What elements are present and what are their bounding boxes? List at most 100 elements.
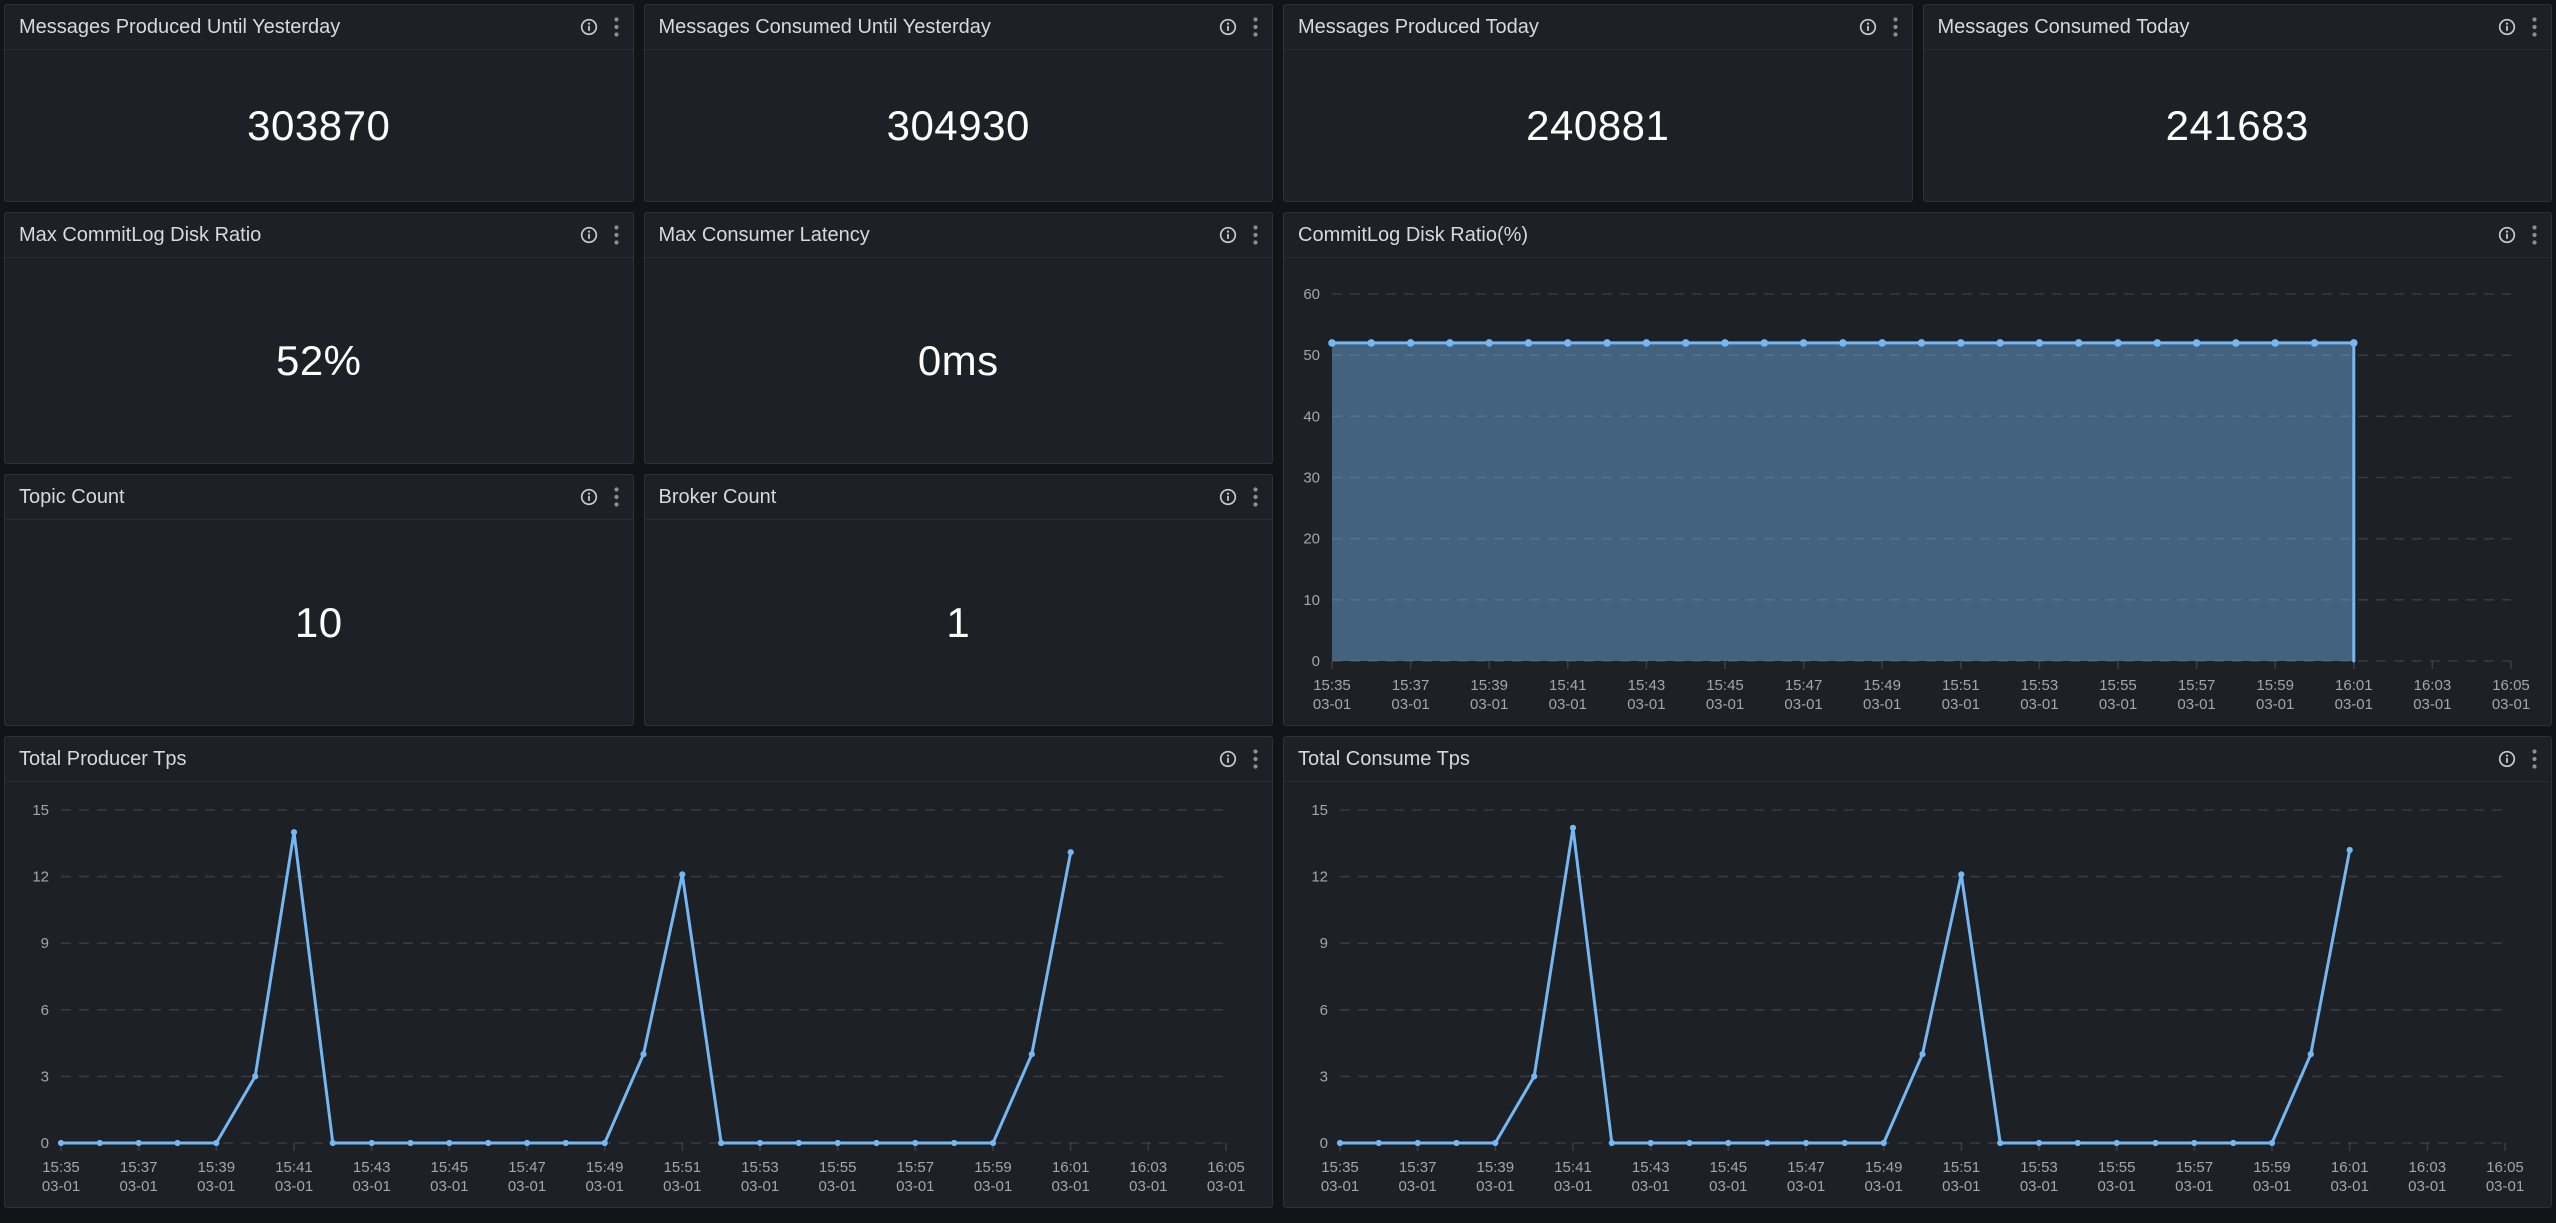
panel-title[interactable]: Total Producer Tps: [19, 748, 187, 771]
svg-text:16:0103-01: 16:0103-01: [2330, 1159, 2368, 1195]
svg-text:15:4503-01: 15:4503-01: [1709, 1159, 1747, 1195]
stat-body: 241683: [1924, 50, 2552, 201]
info-circle-icon[interactable]: [1219, 18, 1237, 36]
svg-text:15:4903-01: 15:4903-01: [585, 1159, 623, 1195]
svg-text:50: 50: [1303, 347, 1320, 364]
kebab-vertical-icon[interactable]: [614, 487, 619, 507]
total-producer-tps-chart[interactable]: 0369121515:3503-0115:3703-0115:3903-0115…: [5, 782, 1272, 1207]
panel-header: Messages Produced Until Yesterday: [5, 5, 633, 50]
svg-text:6: 6: [1320, 1002, 1328, 1019]
kebab-vertical-icon[interactable]: [2532, 225, 2537, 245]
panel-header: Max Consumer Latency: [645, 213, 1273, 258]
kebab-vertical-icon[interactable]: [614, 225, 619, 245]
panel-title[interactable]: Broker Count: [659, 486, 777, 509]
panel-title[interactable]: Topic Count: [19, 486, 125, 509]
svg-text:20: 20: [1303, 531, 1320, 548]
svg-text:12: 12: [1311, 869, 1328, 886]
stat-body: 10: [5, 520, 633, 725]
svg-text:15:5503-01: 15:5503-01: [2099, 677, 2137, 713]
panel-title[interactable]: Messages Consumed Today: [1938, 16, 2190, 39]
svg-text:15:3503-01: 15:3503-01: [42, 1159, 80, 1195]
kebab-vertical-icon[interactable]: [1253, 487, 1258, 507]
kebab-vertical-icon[interactable]: [1253, 225, 1258, 245]
info-circle-icon[interactable]: [580, 488, 598, 506]
stat-body: 1: [645, 520, 1273, 725]
stat-body: 0ms: [645, 258, 1273, 463]
svg-text:15: 15: [1311, 802, 1328, 819]
panel-header: Messages Consumed Until Yesterday: [645, 5, 1273, 50]
stat-panel-max-commitlog-disk-ratio: Max CommitLog Disk Ratio 52%: [4, 212, 634, 464]
stat-body: 303870: [5, 50, 633, 201]
info-circle-icon[interactable]: [1219, 488, 1237, 506]
info-circle-icon[interactable]: [580, 18, 598, 36]
kebab-vertical-icon[interactable]: [614, 17, 619, 37]
stat-value: 10: [295, 599, 343, 647]
svg-text:15:5903-01: 15:5903-01: [974, 1159, 1012, 1195]
chart-panel-total-producer-tps: Total Producer Tps 0369121515:3503-0115:…: [4, 736, 1273, 1208]
kebab-vertical-icon[interactable]: [2532, 749, 2537, 769]
kebab-vertical-icon[interactable]: [2532, 17, 2537, 37]
svg-text:15:4703-01: 15:4703-01: [1784, 677, 1822, 713]
svg-text:16:0503-01: 16:0503-01: [2492, 677, 2530, 713]
svg-text:60: 60: [1303, 286, 1320, 303]
panel-title[interactable]: Max Consumer Latency: [659, 224, 870, 247]
chart-body: 010203040506015:3503-0115:3703-0115:3903…: [1284, 258, 2551, 725]
kebab-vertical-icon[interactable]: [1253, 17, 1258, 37]
info-circle-icon[interactable]: [1219, 750, 1237, 768]
panel-title[interactable]: CommitLog Disk Ratio(%): [1298, 224, 1528, 247]
svg-text:9: 9: [1320, 935, 1328, 952]
kebab-vertical-icon[interactable]: [1253, 749, 1258, 769]
kebab-vertical-icon[interactable]: [1893, 17, 1898, 37]
svg-text:15:4703-01: 15:4703-01: [1787, 1159, 1825, 1195]
stat-panel-messages-consumed-today: Messages Consumed Today 241683: [1923, 4, 2553, 202]
stat-panel-messages-produced-until-yesterday: Messages Produced Until Yesterday 303870: [4, 4, 634, 202]
svg-text:15:3703-01: 15:3703-01: [119, 1159, 157, 1195]
svg-text:15:3903-01: 15:3903-01: [1476, 1159, 1514, 1195]
info-circle-icon[interactable]: [2498, 18, 2516, 36]
svg-text:16:0503-01: 16:0503-01: [2486, 1159, 2524, 1195]
stat-panel-messages-consumed-until-yesterday: Messages Consumed Until Yesterday 304930: [644, 4, 1274, 202]
svg-text:15:4103-01: 15:4103-01: [1549, 677, 1587, 713]
svg-text:15:5703-01: 15:5703-01: [2177, 677, 2215, 713]
chart-panel-total-consume-tps: Total Consume Tps 0369121515:3503-0115:3…: [1283, 736, 2552, 1208]
svg-text:15:5303-01: 15:5303-01: [2020, 677, 2058, 713]
svg-text:15:4503-01: 15:4503-01: [430, 1159, 468, 1195]
svg-text:15:4103-01: 15:4103-01: [1554, 1159, 1592, 1195]
stat-panel-topic-count: Topic Count 10: [4, 474, 634, 726]
svg-text:15:5503-01: 15:5503-01: [2097, 1159, 2135, 1195]
panel-title[interactable]: Messages Consumed Until Yesterday: [659, 16, 991, 39]
panel-title[interactable]: Messages Produced Today: [1298, 16, 1539, 39]
panel-header: Topic Count: [5, 475, 633, 520]
panel-title[interactable]: Total Consume Tps: [1298, 748, 1470, 771]
info-circle-icon[interactable]: [1219, 226, 1237, 244]
info-circle-icon[interactable]: [1859, 18, 1877, 36]
svg-text:15:4503-01: 15:4503-01: [1706, 677, 1744, 713]
svg-text:15:3903-01: 15:3903-01: [1470, 677, 1508, 713]
stat-value: 0ms: [918, 337, 999, 385]
panel-header: Max CommitLog Disk Ratio: [5, 213, 633, 258]
panel-title[interactable]: Max CommitLog Disk Ratio: [19, 224, 261, 247]
stat-panel-messages-produced-today: Messages Produced Today 240881: [1283, 4, 1913, 202]
svg-text:15:4903-01: 15:4903-01: [1863, 677, 1901, 713]
info-circle-icon[interactable]: [2498, 750, 2516, 768]
info-circle-icon[interactable]: [580, 226, 598, 244]
svg-text:16:0103-01: 16:0103-01: [1051, 1159, 1089, 1195]
panel-header: Messages Consumed Today: [1924, 5, 2552, 50]
svg-text:15:4303-01: 15:4303-01: [1631, 1159, 1669, 1195]
stat-value: 1: [946, 599, 970, 647]
svg-text:15:3703-01: 15:3703-01: [1391, 677, 1429, 713]
svg-text:15:3703-01: 15:3703-01: [1398, 1159, 1436, 1195]
svg-text:15:4303-01: 15:4303-01: [352, 1159, 390, 1195]
total-consume-tps-chart[interactable]: 0369121515:3503-0115:3703-0115:3903-0115…: [1284, 782, 2551, 1207]
stat-body: 240881: [1284, 50, 1912, 201]
svg-text:15:3503-01: 15:3503-01: [1313, 677, 1351, 713]
svg-text:15:5303-01: 15:5303-01: [741, 1159, 779, 1195]
svg-text:40: 40: [1303, 408, 1320, 425]
panel-title[interactable]: Messages Produced Until Yesterday: [19, 16, 340, 39]
svg-text:15: 15: [32, 802, 49, 819]
commitlog-disk-ratio-chart[interactable]: 010203040506015:3503-0115:3703-0115:3903…: [1284, 258, 2551, 725]
svg-text:15:4903-01: 15:4903-01: [1864, 1159, 1902, 1195]
info-circle-icon[interactable]: [2498, 226, 2516, 244]
stat-panel-max-consumer-latency: Max Consumer Latency 0ms: [644, 212, 1274, 464]
svg-text:15:5903-01: 15:5903-01: [2256, 677, 2294, 713]
